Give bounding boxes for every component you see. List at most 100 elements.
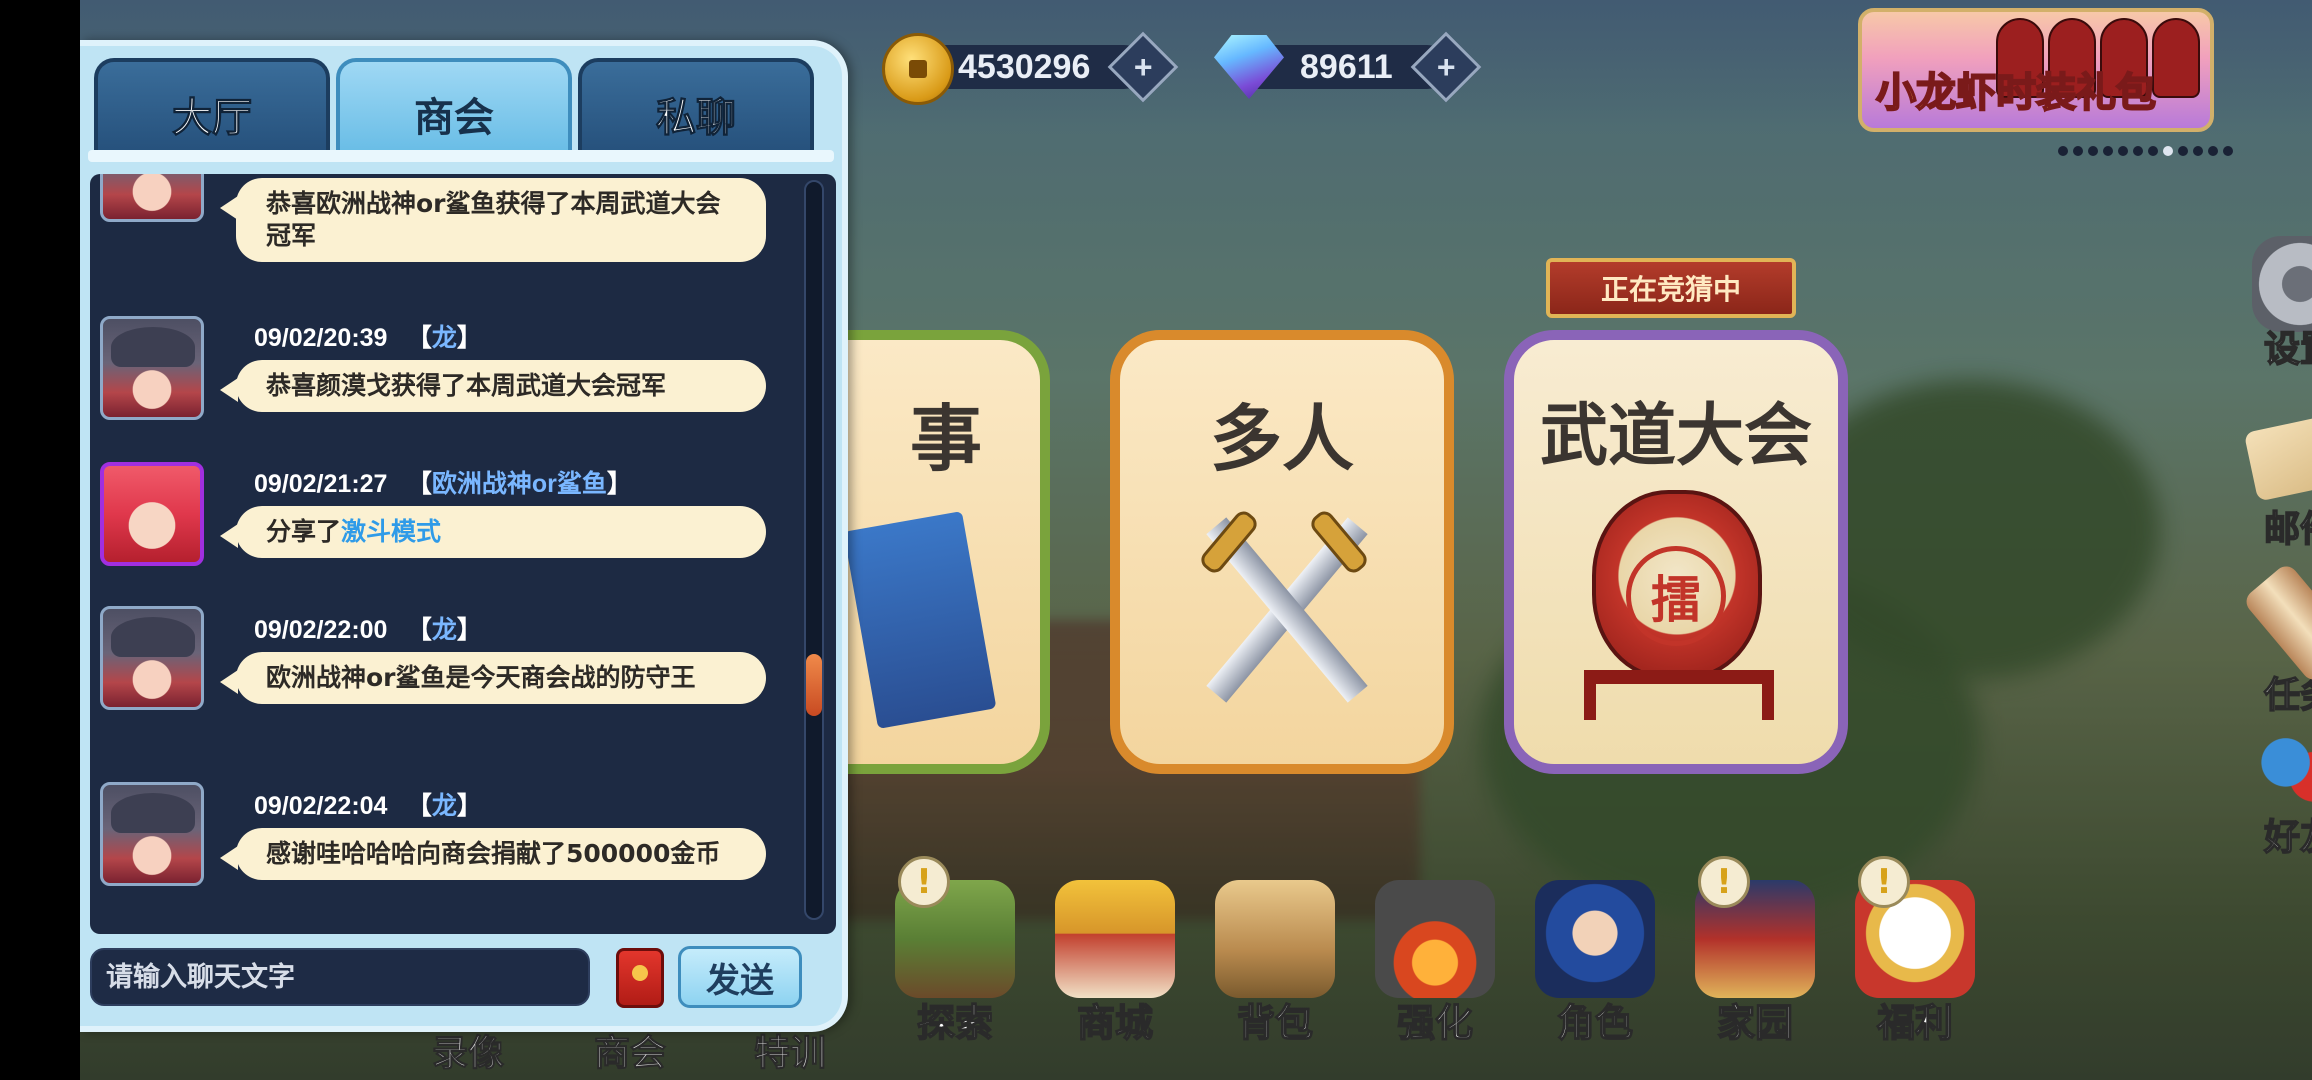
avatar[interactable] xyxy=(100,606,204,710)
sender-name[interactable]: 欧洲战神or鲨鱼 xyxy=(432,470,607,498)
mail-button[interactable]: 邮件 xyxy=(2240,408,2312,552)
backpack-icon xyxy=(1215,880,1335,998)
sender-name[interactable]: 龙 xyxy=(432,792,457,820)
chat-message-list[interactable]: 恭喜欧洲战神or鲨鱼获得了本周武道大会冠军 09/02/20:39 【龙】 恭喜… xyxy=(90,174,836,934)
character-button[interactable]: 角色 xyxy=(1520,880,1670,1047)
welfare-label: 福利 xyxy=(1876,1000,1954,1046)
message-text: 分享了 xyxy=(266,517,342,546)
carousel-dot[interactable] xyxy=(2223,146,2233,156)
forge-label: 强化 xyxy=(1396,1000,1474,1046)
message-time: 09/02/22:00 xyxy=(254,616,388,644)
drum-character: 擂 xyxy=(1626,546,1726,646)
message-text: 恭喜颜漠戈获得了本周武道大会冠军 xyxy=(266,371,667,400)
carousel-dot[interactable] xyxy=(2073,146,2083,156)
character-label: 角色 xyxy=(1556,1000,1634,1046)
alert-icon: ! xyxy=(1698,856,1750,908)
gem-amount: 89611 xyxy=(1300,48,1393,86)
friends-icon xyxy=(2252,724,2312,820)
gift-pack-label: 小龙虾时装礼包 xyxy=(1875,69,2157,117)
betting-status-badge: 正在竞猜中 xyxy=(1546,258,1796,318)
character-icon xyxy=(1535,880,1655,998)
multiplayer-card[interactable]: 多人 xyxy=(1110,330,1454,774)
send-button[interactable]: 发送 xyxy=(678,946,802,1008)
carousel-dot[interactable] xyxy=(2088,146,2098,156)
message-meta: 09/02/22:00 【龙】 xyxy=(254,616,482,644)
mail-label: 邮件 xyxy=(2263,508,2312,551)
friends-button[interactable]: 好友 xyxy=(2240,724,2312,860)
message-meta: 09/02/21:27 【欧洲战神or鲨鱼】 xyxy=(254,470,632,498)
carousel-dot[interactable] xyxy=(2103,146,2113,156)
forge-button[interactable]: 强化 xyxy=(1360,880,1510,1047)
home-button[interactable]: ! 家园 xyxy=(1680,856,1830,1047)
backpack-label: 背包 xyxy=(1236,1000,1314,1046)
message-text: 恭喜欧洲战神or鲨鱼获得了本周武道大会冠军 xyxy=(266,189,721,250)
alert-icon: ! xyxy=(898,856,950,908)
gold-currency: 4530296 + xyxy=(882,31,1179,105)
sender-name[interactable]: 龙 xyxy=(432,324,457,352)
tab-guild[interactable]: 商会 xyxy=(336,58,572,152)
tasks-button[interactable]: 任务 xyxy=(2240,561,2312,718)
explore-label: 探索 xyxy=(916,1000,994,1046)
avatar[interactable] xyxy=(100,462,204,566)
shared-mode-link[interactable]: 激斗模式 xyxy=(341,517,441,546)
chat-input-row: 发送 xyxy=(90,944,836,1014)
message-bubble: 欧洲战神or鲨鱼是今天商会战的防守王 xyxy=(220,652,766,704)
carousel-dot[interactable] xyxy=(2193,146,2203,156)
explore-button[interactable]: ! 探索 xyxy=(880,856,1030,1047)
shop-label: 商城 xyxy=(1076,1000,1154,1046)
message-meta: 09/02/22:04 【龙】 xyxy=(254,792,482,820)
message-bubble: 感谢哇哈哈哈向商会捐献了500000金币 xyxy=(220,828,766,880)
chat-panel: 大厅 商会 私聊 恭喜欧洲战神or鲨鱼获得了本周武道大会冠军 09/02/20:… xyxy=(80,40,848,1032)
tasks-label: 任务 xyxy=(2263,674,2312,717)
message-time: 09/02/21:27 xyxy=(254,470,388,498)
shop-icon xyxy=(1055,880,1175,998)
gold-amount: 4530296 xyxy=(958,48,1091,86)
crossed-swords-icon xyxy=(1174,490,1394,710)
carousel-dot[interactable] xyxy=(2148,146,2158,156)
message-meta: 09/02/20:39 【龙】 xyxy=(254,324,482,352)
carousel-dot[interactable] xyxy=(2118,146,2128,156)
martial-tournament-card[interactable]: 武道大会 擂 xyxy=(1504,330,1848,774)
tab-private[interactable]: 私聊 xyxy=(578,58,814,152)
message-time: 09/02/22:04 xyxy=(254,792,388,820)
carousel-dot[interactable] xyxy=(2163,146,2173,156)
banner-carousel-dots xyxy=(2058,146,2233,156)
gear-icon xyxy=(2252,236,2312,332)
message-text: 感谢哇哈哈哈向商会捐献了500000金币 xyxy=(266,839,721,868)
avatar[interactable] xyxy=(100,782,204,886)
friends-label: 好友 xyxy=(2263,816,2312,859)
story-mode-card[interactable]: 事 xyxy=(830,330,1050,774)
alert-icon: ! xyxy=(1858,856,1910,908)
tab-lobby[interactable]: 大厅 xyxy=(94,58,330,152)
gem-currency: 89611 + xyxy=(1214,31,1482,103)
welfare-button[interactable]: ! 福利 xyxy=(1840,856,1990,1047)
message-bubble: 恭喜颜漠戈获得了本周武道大会冠军 xyxy=(220,360,766,412)
backpack-button[interactable]: 背包 xyxy=(1200,880,1350,1047)
chat-input[interactable] xyxy=(90,948,590,1006)
multiplayer-title: 多人 xyxy=(1209,397,1354,481)
red-envelope-button[interactable] xyxy=(616,948,664,1008)
gift-pack-banner[interactable]: 小龙虾时装礼包 xyxy=(1858,8,2214,132)
settings-button[interactable]: 设置 xyxy=(2240,236,2312,372)
carousel-dot[interactable] xyxy=(2058,146,2068,156)
sender-name[interactable]: 龙 xyxy=(432,616,457,644)
home-label: 家园 xyxy=(1716,1000,1794,1046)
gold-coin-icon xyxy=(882,33,954,105)
settings-label: 设置 xyxy=(2263,328,2312,371)
martial-tournament-title: 武道大会 xyxy=(1539,397,1812,476)
chat-tabs: 大厅 商会 私聊 xyxy=(94,58,814,152)
carousel-dot[interactable] xyxy=(2133,146,2143,156)
message-time: 09/02/20:39 xyxy=(254,324,388,352)
carousel-dot[interactable] xyxy=(2178,146,2188,156)
chat-scrollbar-thumb[interactable] xyxy=(806,654,822,716)
avatar[interactable] xyxy=(100,174,204,222)
message-bubble: 分享了激斗模式 xyxy=(220,506,766,558)
shop-button[interactable]: 商城 xyxy=(1040,880,1190,1047)
chat-scrollbar[interactable] xyxy=(804,180,824,920)
carousel-dot[interactable] xyxy=(2208,146,2218,156)
avatar[interactable] xyxy=(100,316,204,420)
forge-icon xyxy=(1375,880,1495,998)
message-bubble: 恭喜欧洲战神or鲨鱼获得了本周武道大会冠军 xyxy=(220,178,766,262)
book-icon xyxy=(843,511,997,729)
message-text: 欧洲战神or鲨鱼是今天商会战的防守王 xyxy=(266,663,696,692)
